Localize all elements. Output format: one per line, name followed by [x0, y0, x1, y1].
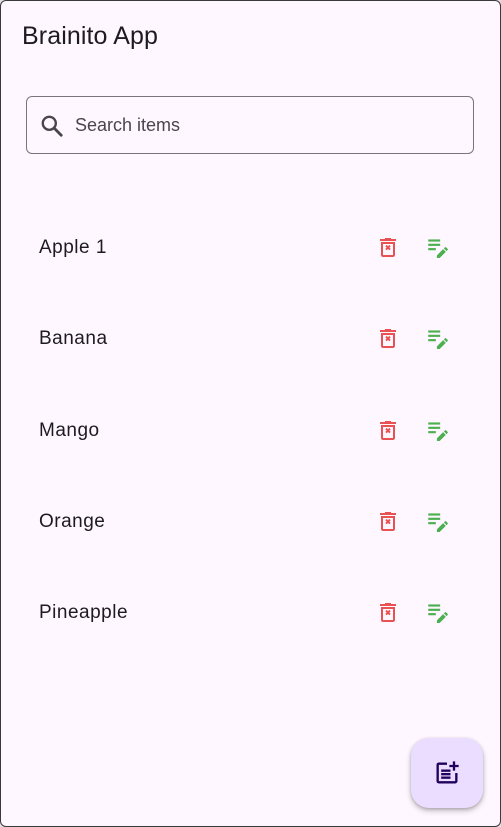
edit-note-icon	[428, 422, 448, 441]
delete-forever-icon	[380, 329, 396, 349]
app-title: Brainito App	[22, 22, 159, 50]
delete-forever-icon	[380, 420, 396, 440]
delete-button[interactable]	[366, 225, 410, 269]
edit-note-icon	[428, 330, 448, 350]
list-item[interactable]: Orange	[1, 477, 500, 568]
delete-button[interactable]	[366, 590, 410, 634]
list-item[interactable]: Mango	[1, 386, 500, 477]
item-label: Pineapple	[39, 602, 129, 624]
search-field[interactable]	[26, 96, 474, 154]
edit-note-icon	[428, 513, 448, 532]
item-label: Orange	[39, 510, 106, 532]
list-item[interactable]: Banana	[1, 294, 500, 385]
item-label: Mango	[39, 419, 100, 441]
edit-button[interactable]	[416, 316, 460, 360]
delete-button[interactable]	[366, 316, 410, 360]
delete-button[interactable]	[366, 408, 410, 452]
delete-forever-icon	[380, 511, 396, 531]
edit-button[interactable]	[416, 408, 460, 452]
app-bar: Brainito App	[1, 1, 500, 73]
delete-button[interactable]	[366, 499, 410, 543]
list-item[interactable]: Apple 1	[1, 203, 500, 294]
delete-forever-icon	[380, 603, 396, 623]
delete-forever-icon	[380, 238, 396, 257]
edit-button[interactable]	[416, 590, 460, 634]
edit-note-icon	[428, 239, 448, 259]
add-item-button[interactable]	[411, 738, 483, 808]
item-label: Banana	[39, 328, 108, 350]
search-input[interactable]	[75, 97, 455, 153]
item-list: Apple 1 Banana Mango Orange Pineapple	[1, 203, 500, 659]
edit-button[interactable]	[416, 225, 460, 269]
edit-button[interactable]	[416, 499, 460, 543]
edit-note-icon	[428, 604, 448, 624]
list-item[interactable]: Pineapple	[1, 568, 500, 659]
post-add-icon	[436, 761, 459, 784]
app-window: Brainito App Apple 1 Banana Mango Orange Pin…	[0, 0, 501, 827]
item-label: Apple 1	[39, 237, 107, 258]
search-icon	[41, 115, 63, 137]
